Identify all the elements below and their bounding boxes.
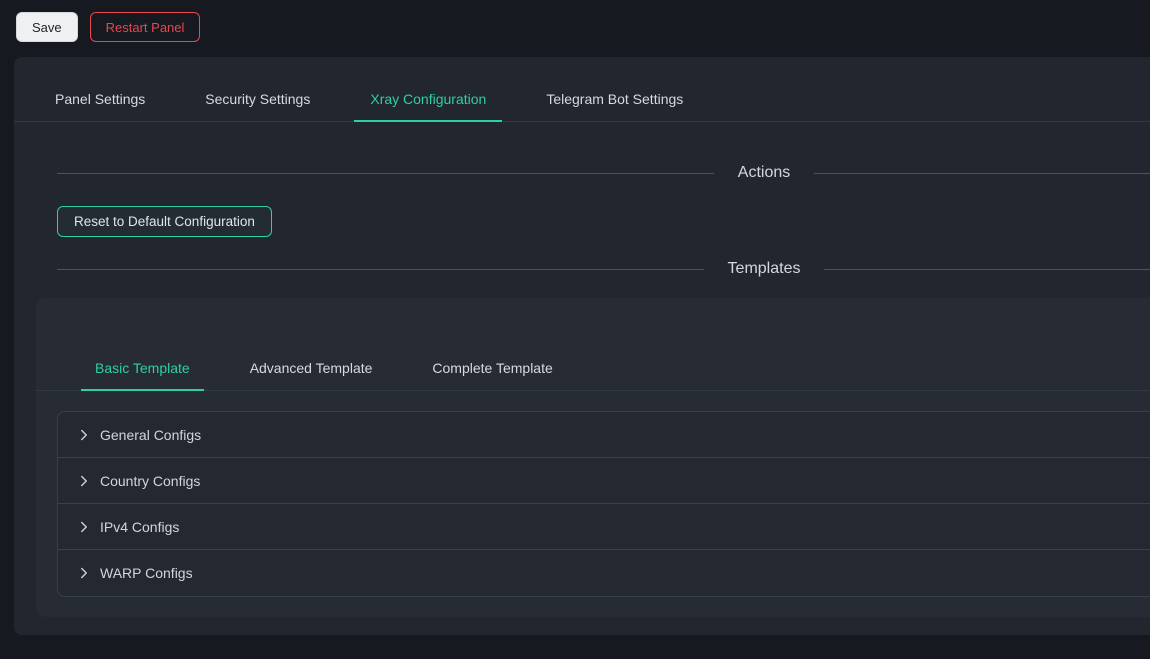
config-collapse: General Configs Country Configs IPv4 Con…	[57, 411, 1150, 597]
chevron-right-icon	[78, 521, 90, 533]
chevron-right-icon	[78, 567, 90, 579]
tab-telegram-bot-settings[interactable]: Telegram Bot Settings	[530, 77, 699, 121]
main-tabs: Panel Settings Security Settings Xray Co…	[14, 77, 1150, 121]
collapse-item-general-configs[interactable]: General Configs	[58, 412, 1150, 458]
chevron-right-icon	[78, 475, 90, 487]
templates-card: Basic Template Advanced Template Complet…	[36, 298, 1150, 617]
templates-divider-label: Templates	[728, 258, 801, 280]
reset-default-config-button[interactable]: Reset to Default Configuration	[57, 206, 272, 237]
main-tabbar: Panel Settings Security Settings Xray Co…	[14, 77, 1150, 122]
tab-xray-configuration[interactable]: Xray Configuration	[354, 77, 502, 121]
collapse-item-warp-configs[interactable]: WARP Configs	[58, 550, 1150, 596]
collapse-item-ipv4-configs[interactable]: IPv4 Configs	[58, 504, 1150, 550]
template-tabs: Basic Template Advanced Template Complet…	[36, 346, 1150, 390]
restart-panel-button[interactable]: Restart Panel	[90, 12, 201, 42]
tab-basic-template[interactable]: Basic Template	[81, 346, 204, 390]
tab-panel-settings[interactable]: Panel Settings	[39, 77, 161, 121]
collapse-item-label: General Configs	[100, 427, 201, 443]
actions-divider-label: Actions	[738, 162, 790, 184]
actions-row: Reset to Default Configuration	[57, 206, 1150, 237]
collapse-item-label: IPv4 Configs	[100, 519, 179, 535]
actions-divider: Actions	[57, 162, 1150, 184]
tab-security-settings[interactable]: Security Settings	[189, 77, 326, 121]
topbar: Save Restart Panel	[0, 0, 1150, 42]
tab-advanced-template[interactable]: Advanced Template	[236, 346, 387, 390]
tab-complete-template[interactable]: Complete Template	[418, 346, 566, 390]
chevron-right-icon	[78, 429, 90, 441]
collapse-item-label: WARP Configs	[100, 565, 193, 581]
collapse-item-label: Country Configs	[100, 473, 200, 489]
templates-divider: Templates	[57, 258, 1150, 280]
collapse-item-country-configs[interactable]: Country Configs	[58, 458, 1150, 504]
template-tabbar: Basic Template Advanced Template Complet…	[36, 346, 1150, 391]
save-button[interactable]: Save	[16, 12, 78, 42]
settings-card: Panel Settings Security Settings Xray Co…	[14, 57, 1150, 635]
